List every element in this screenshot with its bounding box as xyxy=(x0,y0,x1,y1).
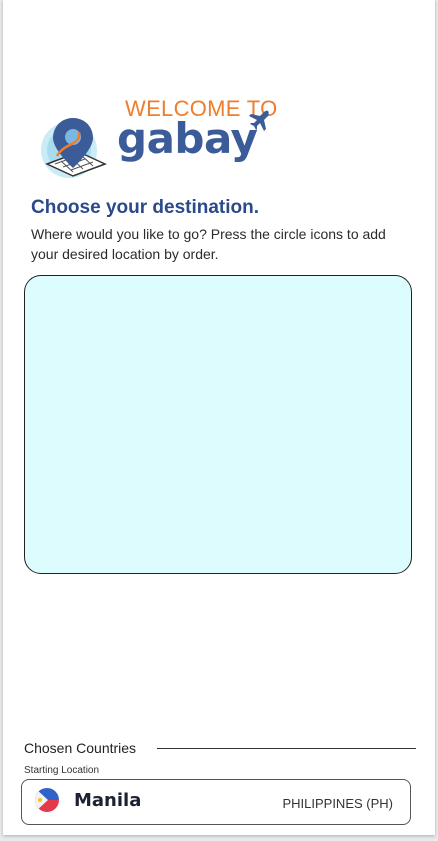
starting-location-label: Starting Location xyxy=(24,765,100,776)
chosen-countries-label: Chosen Countries xyxy=(24,740,137,756)
brand-name: gabay xyxy=(117,114,258,163)
starting-country: PHILIPPINES (PH) xyxy=(282,796,393,811)
instructions-text: Where would you like to go? Press the ci… xyxy=(31,226,386,262)
page-title: Choose your destination. xyxy=(31,197,260,218)
philippines-flag-icon xyxy=(35,788,59,812)
app-screen: WELCOME TO gabay Choose your destination… xyxy=(3,0,435,835)
destination-map[interactable] xyxy=(24,275,412,574)
starting-location-card[interactable]: Manila PHILIPPINES (PH) xyxy=(21,779,411,825)
chosen-countries-header: Chosen Countries xyxy=(24,740,416,758)
airplane-icon xyxy=(249,110,269,131)
divider xyxy=(157,748,416,749)
starting-city: Manila xyxy=(74,790,142,811)
welcome-logo: WELCOME TO gabay xyxy=(39,96,279,182)
map-pin-logo-icon xyxy=(41,118,107,178)
